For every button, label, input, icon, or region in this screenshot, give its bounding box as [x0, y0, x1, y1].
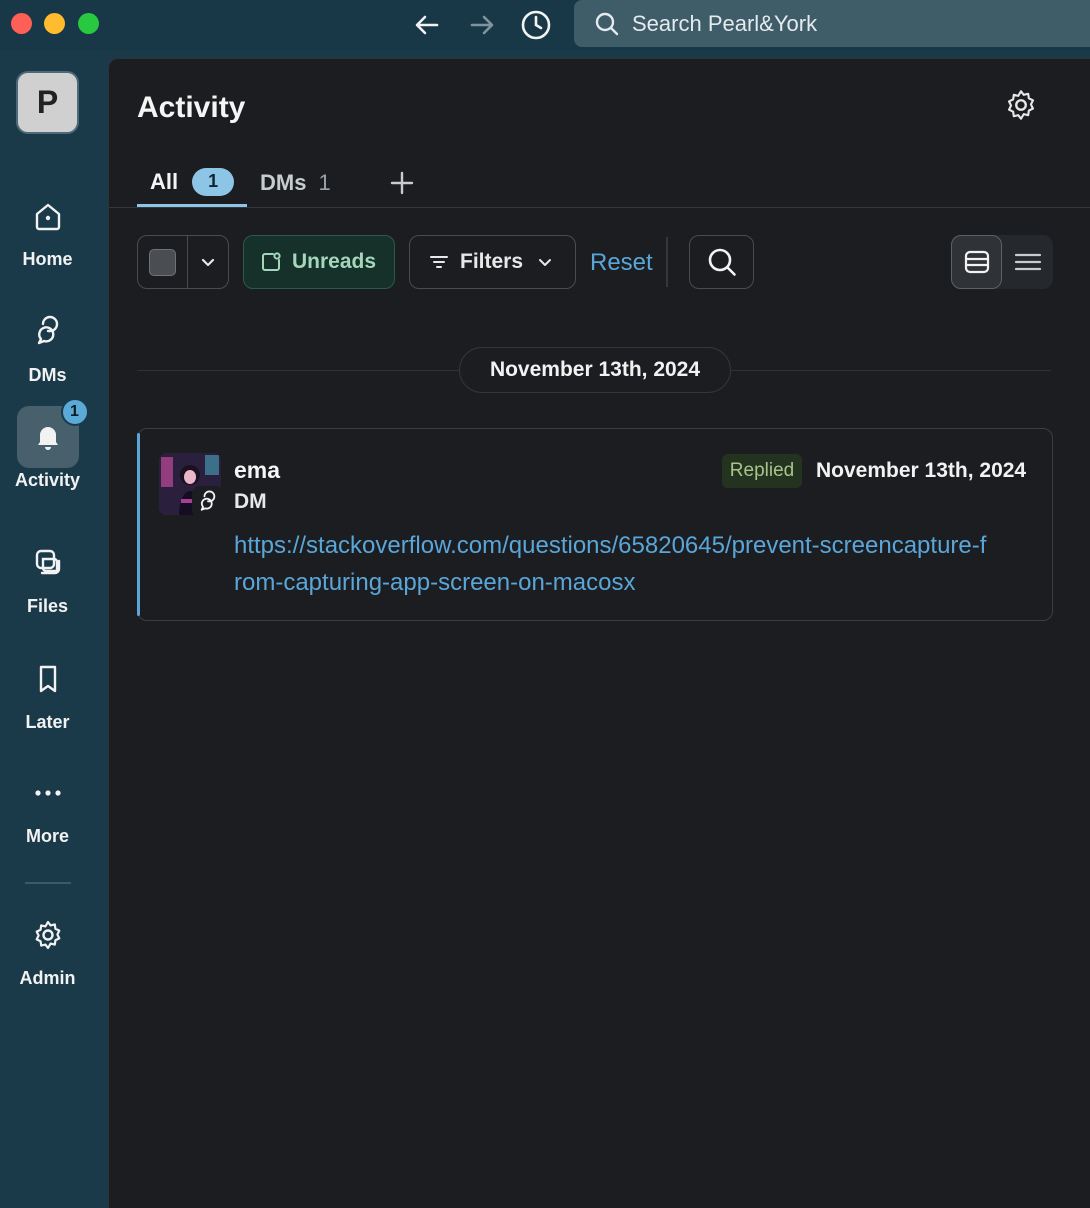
activity-badge: 1 [60, 398, 89, 426]
unreads-filter-button[interactable]: Unreads [243, 235, 395, 289]
back-button[interactable] [410, 8, 444, 42]
bookmark-icon [39, 665, 56, 693]
search-bar[interactable]: Search Pearl&York [574, 0, 1090, 47]
add-tab-button[interactable] [389, 159, 415, 207]
filters-dropdown[interactable]: Filters [409, 235, 576, 289]
close-window-button[interactable] [11, 13, 32, 34]
activity-item[interactable]: ema DM Replied November 13th, 2024 https… [137, 428, 1053, 621]
sidebar-item-label: Later [25, 712, 70, 732]
workspace-switcher[interactable]: P [16, 71, 79, 134]
gear-icon [35, 920, 60, 950]
filters-label: Filters [460, 250, 524, 273]
tab-all[interactable]: All 1 [137, 159, 247, 207]
sidebar-item-label: Files [26, 596, 69, 616]
page-title: Activity [137, 91, 246, 124]
select-all-checkbox[interactable] [149, 248, 176, 276]
activity-date: November 13th, 2024 [816, 459, 1027, 482]
sidebar-item-label: Activity [14, 470, 81, 490]
view-toggle [951, 235, 1053, 289]
home-icon [35, 203, 60, 231]
tabs-divider [109, 207, 1090, 208]
search-icon [595, 12, 619, 35]
sidebar-item-later[interactable]: Later [0, 648, 95, 733]
filter-icon [430, 256, 448, 268]
sidebar-item-label: DMs [28, 365, 67, 385]
sidebar-item-dms[interactable]: DMs [0, 301, 95, 386]
files-icon [35, 549, 60, 575]
detailed-view-button[interactable] [951, 235, 1002, 289]
dm-badge [192, 486, 224, 518]
message-link[interactable]: https://stackoverflow.com/questions/6582… [234, 527, 994, 601]
bell-icon [37, 427, 58, 450]
minimize-window-button[interactable] [44, 13, 65, 34]
reset-filters-link[interactable]: Reset [590, 249, 653, 277]
tab-count: 1 [318, 170, 331, 195]
dms-icon [37, 315, 58, 345]
unreads-label: Unreads [292, 250, 377, 273]
forward-button[interactable] [465, 8, 499, 42]
sidebar-item-home[interactable]: Home [0, 185, 95, 270]
unread-accent [137, 433, 140, 616]
sidebar-item-label: Home [22, 249, 73, 269]
search-placeholder: Search Pearl&York [632, 10, 818, 36]
list-view-icon [1014, 253, 1041, 271]
sender-name[interactable]: ema [234, 457, 280, 484]
sidebar-item-label: Admin [19, 968, 76, 988]
dms-icon [200, 490, 216, 511]
date-divider: November 13th, 2024 [459, 347, 731, 393]
sidebar: P Home DMs 1 Activity Files Later More A… [0, 50, 108, 1200]
card-view-icon [964, 250, 989, 274]
sidebar-item-files[interactable]: Files [0, 532, 95, 617]
sidebar-item-activity[interactable]: 1 Activity [0, 398, 95, 491]
search-activity-button[interactable] [689, 235, 754, 289]
sidebar-item-label: More [25, 826, 69, 846]
arrow-right-icon [470, 15, 494, 35]
more-icon [34, 790, 61, 796]
history-button[interactable] [519, 8, 553, 42]
chevron-down-icon [539, 259, 552, 266]
title-bar: Search Pearl&York [0, 0, 1090, 50]
tab-count-badge: 1 [192, 167, 235, 196]
sidebar-item-admin[interactable]: Admin [0, 904, 95, 989]
sidebar-item-more[interactable]: More [0, 762, 95, 847]
plus-icon [390, 171, 414, 195]
tab-dms[interactable]: DMs 1 [260, 159, 331, 207]
activity-settings-button[interactable] [1003, 87, 1039, 123]
sidebar-divider [25, 882, 71, 884]
search-icon [708, 248, 736, 276]
activity-tabs: All 1 DMs 1 [137, 159, 1090, 207]
zoom-window-button[interactable] [78, 13, 99, 34]
tab-label: DMs [260, 170, 307, 195]
clock-icon [521, 10, 551, 40]
arrow-left-icon [415, 15, 439, 35]
activity-panel: Activity All 1 DMs 1 Unreads Filters Res… [108, 58, 1090, 1208]
toolbar-divider [666, 237, 668, 287]
select-all-control[interactable] [137, 235, 229, 289]
status-badge: Replied [722, 454, 802, 488]
chevron-down-icon[interactable] [200, 254, 216, 270]
compact-view-button[interactable] [1002, 235, 1053, 289]
unread-icon [262, 252, 281, 271]
tab-label: All [150, 168, 179, 194]
conversation-type: DM [234, 490, 267, 513]
gear-icon [1007, 90, 1035, 120]
